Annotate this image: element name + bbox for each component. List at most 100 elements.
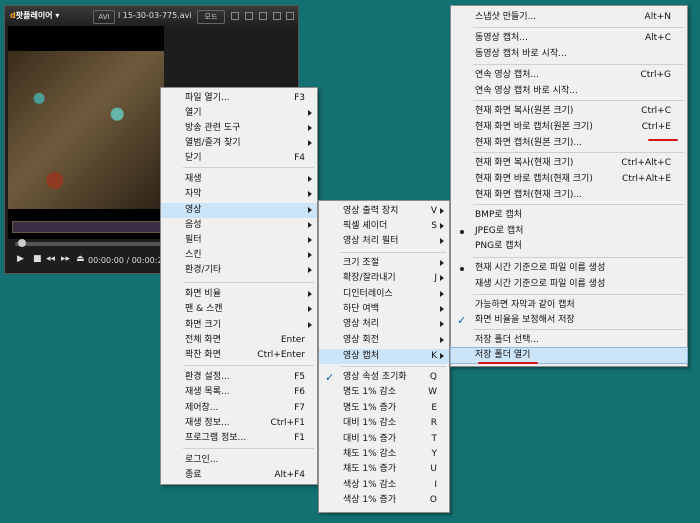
- menu-item-shortcut: Ctrl+C: [641, 106, 671, 116]
- menu-item-디인터레이스[interactable]: 디인터레이스: [319, 287, 449, 302]
- menu-item-현재-화면-캡처-현재-크기[interactable]: 현재 화면 캡처(현재 크기)...: [451, 188, 687, 203]
- menu-item-색상-1-감소[interactable]: 색상 1% 감소 I: [319, 478, 449, 493]
- menu-item-현재-화면-복사-원본-크기[interactable]: 현재 화면 복사(원본 크기) Ctrl+C: [451, 104, 687, 119]
- menu-item-제어창[interactable]: 제어창... F7: [161, 401, 317, 416]
- menu-item-저장-폴더-열기[interactable]: 저장 폴더 열기: [450, 347, 688, 364]
- menu-item-종료[interactable]: 종료 Alt+F4: [161, 468, 317, 483]
- menu-item-label: 열범/즐겨 찾기: [185, 138, 241, 148]
- menu-item-대비-1-감소[interactable]: 대비 1% 감소 R: [319, 416, 449, 431]
- menu-item-가능하면-자막과-같이-캡처[interactable]: 가능하면 자막과 같이 캡처: [451, 298, 687, 313]
- annotation-underline-open-folder: [478, 362, 538, 364]
- menu-item-label: 디인터레이스: [343, 289, 393, 299]
- menu-item-대비-1-증가[interactable]: 대비 1% 증가 T: [319, 432, 449, 447]
- menu-item-동영상-캡처[interactable]: 동영상 캡처... Alt+C: [451, 31, 687, 46]
- checkmark-icon: ✓: [457, 314, 467, 327]
- menu-item-label: 연속 영상 캡처...: [475, 70, 539, 80]
- menu-item-재생-정보[interactable]: 재생 정보... Ctrl+F1: [161, 416, 317, 431]
- menu-item-영상[interactable]: 영상: [161, 203, 317, 218]
- menu-separator: [473, 27, 684, 28]
- menu-item-현재-화면-바로-캡처-원본-크기[interactable]: 현재 화면 바로 캡처(원본 크기) Ctrl+E: [451, 120, 687, 135]
- menu-item-label: 영상 출력 장치: [343, 206, 399, 216]
- menu-item-저장-폴더-선택[interactable]: 저장 폴더 선택...: [451, 333, 687, 348]
- menu-item-영상-캡처[interactable]: 영상 캡처 K: [319, 349, 449, 364]
- menu-item-파일-열기[interactable]: 파일 열기... F3: [161, 91, 317, 106]
- video-area[interactable]: [8, 26, 164, 239]
- minimize-icon[interactable]: [245, 12, 253, 20]
- menu-item-png로-캡처[interactable]: PNG로 캡처: [451, 239, 687, 254]
- menu-item-동영상-캡처-바로-시작[interactable]: 동영상 캡처 바로 시작...: [451, 47, 687, 62]
- fullscreen-icon[interactable]: [273, 12, 281, 20]
- next-icon[interactable]: ▸▸: [61, 254, 70, 264]
- stop-icon[interactable]: ■: [33, 254, 42, 264]
- menu-item-shortcut: O: [429, 495, 437, 505]
- menu-item-화면-비율[interactable]: 화면 비율: [161, 287, 317, 302]
- menu-item-픽셀-셰이더[interactable]: 픽셀 셰이더 S: [319, 219, 449, 234]
- menu-item-자막[interactable]: 자막: [161, 187, 317, 202]
- app-logo[interactable]: d팟플레이어 ▾: [10, 10, 59, 21]
- menu-item-현재-화면-복사-현재-크기[interactable]: 현재 화면 복사(현재 크기) Ctrl+Alt+C: [451, 156, 687, 171]
- menu-item-label: 저장 폴더 선택...: [475, 335, 539, 345]
- close-icon[interactable]: [286, 12, 294, 20]
- menu-item-필터[interactable]: 필터: [161, 233, 317, 248]
- menu-item-환경-기타[interactable]: 환경/기타: [161, 263, 317, 278]
- menu-item-현재-시간-기준으로-파일-이름-생성[interactable]: 현재 시간 기준으로 파일 이름 생성: [451, 261, 687, 276]
- submenu-arrow-icon: [308, 191, 312, 197]
- previous-icon[interactable]: ◂◂: [46, 254, 55, 264]
- menu-item-스냅샷-만들기[interactable]: 스냅샷 만들기... Alt+N: [451, 10, 687, 25]
- menu-item-스킨[interactable]: 스킨: [161, 248, 317, 263]
- submenu-arrow-icon: [308, 252, 312, 258]
- eject-icon[interactable]: ⏏: [76, 254, 85, 264]
- play-icon[interactable]: ▶: [17, 254, 24, 264]
- maximize-icon[interactable]: [259, 12, 267, 20]
- menu-item-shortcut: Ctrl+F1: [270, 418, 305, 428]
- menu-item-명도-1-증가[interactable]: 명도 1% 증가 E: [319, 401, 449, 416]
- menu-item-현재-화면-바로-캡처-현재-크기[interactable]: 현재 화면 바로 캡처(현재 크기) Ctrl+Alt+E: [451, 172, 687, 187]
- menu-item-영상-처리-필터[interactable]: 영상 처리 필터: [319, 234, 449, 249]
- menu-item-화면-크기[interactable]: 화면 크기: [161, 318, 317, 333]
- menu-item-꽉찬-화면[interactable]: 꽉찬 화면 Ctrl+Enter: [161, 348, 317, 363]
- menu-item-연속-영상-캡처[interactable]: 연속 영상 캡처... Ctrl+G: [451, 68, 687, 83]
- menu-item-연속-영상-캡처-바로-시작[interactable]: 연속 영상 캡처 바로 시작...: [451, 84, 687, 99]
- menu-item-재생-시간-기준으로-파일-이름-생성[interactable]: 재생 시간 기준으로 파일 이름 생성: [451, 277, 687, 292]
- menu-item-팬-스캔[interactable]: 팬 & 스캔: [161, 302, 317, 317]
- menu-item-label: 영상 회전: [343, 335, 379, 345]
- menu-item-하단-여백[interactable]: 하단 여백: [319, 302, 449, 317]
- menu-item-shortcut: R: [430, 418, 437, 428]
- menu-item-닫기[interactable]: 닫기 F4: [161, 151, 317, 166]
- menu-item-확장-잘라내기[interactable]: 확장/잘라내기 J: [319, 271, 449, 286]
- menu-item-방송-관련-도구[interactable]: 방송 관련 도구: [161, 121, 317, 136]
- menu-item-label: 전체 화면: [185, 335, 221, 345]
- menu-item-명도-1-감소[interactable]: 명도 1% 감소 W: [319, 385, 449, 400]
- menu-item-jpeg로-캡처[interactable]: JPEG로 캡처: [451, 224, 687, 239]
- title-bar[interactable]: d팟플레이어 ▾ AVI l 15-30-03-775.avi 모드: [5, 6, 298, 26]
- menu-item-label: 동영상 캡처...: [475, 33, 528, 43]
- menu-item-영상-회전[interactable]: 영상 회전: [319, 333, 449, 348]
- menu-item-환경-설정[interactable]: 환경 설정... F5: [161, 370, 317, 385]
- menu-item-label: BMP로 캡처: [475, 210, 523, 220]
- seek-handle[interactable]: [18, 239, 26, 247]
- menu-item-열범-즐겨-찾기[interactable]: 열범/즐겨 찾기: [161, 136, 317, 151]
- menu-separator: [183, 167, 314, 168]
- menu-item-음성[interactable]: 음성: [161, 218, 317, 233]
- seek-bar[interactable]: [15, 242, 165, 246]
- menu-item-채도-1-감소[interactable]: 채도 1% 감소 Y: [319, 447, 449, 462]
- menu-item-재생-목록[interactable]: 재생 목록... F6: [161, 385, 317, 400]
- menu-item-프로그램-정보[interactable]: 프로그램 정보... F1: [161, 431, 317, 446]
- menu-item-영상-처리[interactable]: 영상 처리: [319, 317, 449, 332]
- menu-item-label: 픽셀 셰이더: [343, 221, 388, 231]
- menu-item-화면-비율을-보정해서-저장[interactable]: ✓ 화면 비율을 보정해서 저장: [451, 313, 687, 328]
- menu-item-label: 종료: [185, 470, 202, 480]
- menu-item-영상-출력-장치[interactable]: 영상 출력 장치 V: [319, 204, 449, 219]
- menu-item-전체-화면[interactable]: 전체 화면 Enter: [161, 333, 317, 348]
- menu-item-로그인[interactable]: 로그인...: [161, 453, 317, 468]
- menu-item-영상-속성-초기화[interactable]: ✓ 영상 속성 초기화 Q: [319, 370, 449, 385]
- menu-item-재생[interactable]: 재생: [161, 172, 317, 187]
- menu-item-채도-1-증가[interactable]: 채도 1% 증가 U: [319, 462, 449, 477]
- menu-item-열기[interactable]: 열기: [161, 106, 317, 121]
- menu-item-색상-1-증가[interactable]: 색상 1% 증가 O: [319, 493, 449, 508]
- pin-icon[interactable]: [231, 12, 239, 20]
- menu-item-크기-조절[interactable]: 크기 조절: [319, 256, 449, 271]
- menu-item-bmp로-캡처[interactable]: BMP로 캡처: [451, 208, 687, 223]
- submenu-arrow-icon: [308, 207, 312, 213]
- mode-button[interactable]: 모드: [197, 10, 225, 24]
